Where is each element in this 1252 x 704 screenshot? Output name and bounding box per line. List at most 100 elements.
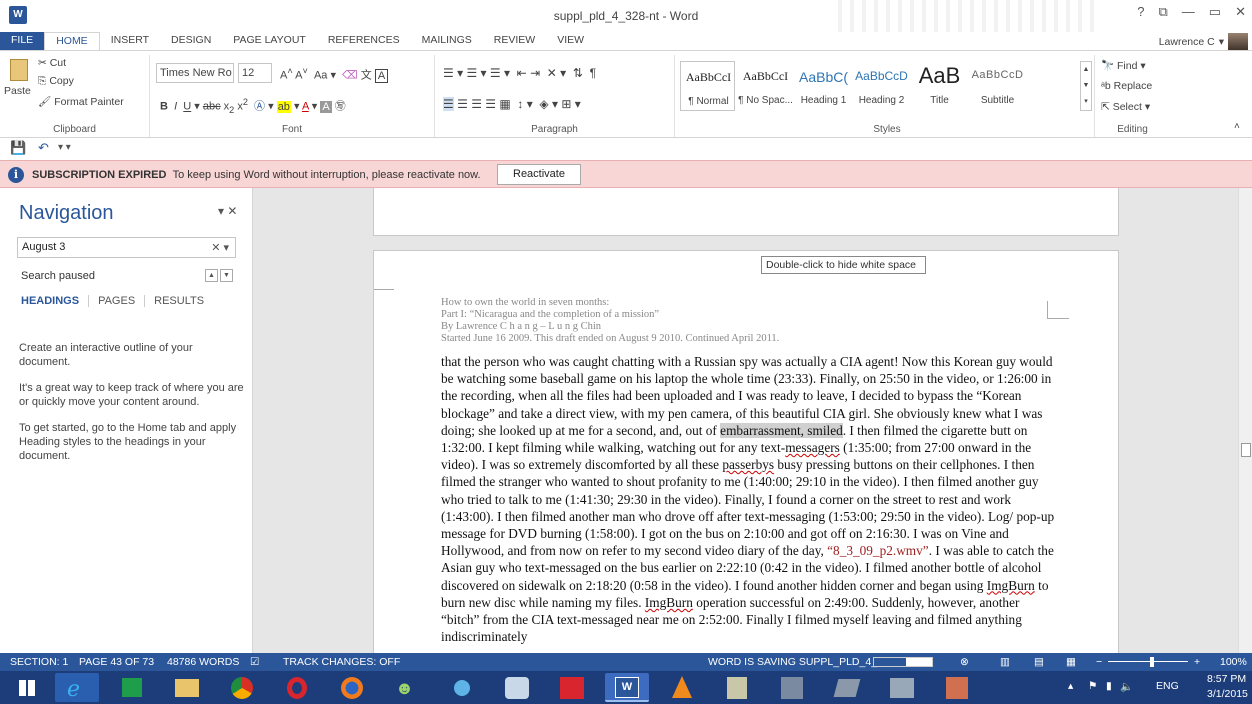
alignment-buttons[interactable]: ☰ ☰ ☰ ☰ ▦ ↕ ▾ ◈ ▾ ⊞ ▾ [443,97,581,111]
web-layout-icon[interactable]: ▦ [1066,656,1076,668]
app-icon-2[interactable] [770,673,814,702]
flag-icon[interactable]: ⚑ [1088,680,1097,692]
show-hidden-icons[interactable]: ▴ [1068,680,1073,692]
navigation-pane-controls[interactable]: ▾ ✕ [218,204,237,218]
tab-page-layout[interactable]: PAGE LAYOUT [222,32,317,50]
vertical-scrollbar[interactable] [1238,188,1252,653]
tab-review[interactable]: REVIEW [483,32,546,50]
cut-button[interactable]: ✂ Cut [38,57,66,69]
document-body[interactable]: that the person who was caught chatting … [441,353,1061,645]
replace-button[interactable]: ᵃb Replace [1101,80,1152,92]
close-button[interactable]: ✕ [1235,4,1246,20]
maximize-button[interactable]: ▭ [1209,4,1221,20]
spelling-error[interactable]: ImgBurn [987,578,1035,593]
undo-icon[interactable]: ↶ [38,140,49,156]
media-player-icon[interactable] [440,673,484,702]
clipboard-icon [10,59,28,81]
tab-mailings[interactable]: MAILINGS [411,32,483,50]
format-painter-button[interactable]: 🖌 Format Painter [38,95,124,108]
document-area[interactable]: Double-click to hide white space How to … [254,188,1238,653]
reactivate-button[interactable]: Reactivate [497,164,581,185]
tab-insert[interactable]: INSERT [100,32,160,50]
proofing-icon[interactable]: ☑ [250,656,259,668]
font-family-select[interactable]: Times New Ro [156,63,234,83]
clear-search-icon[interactable]: ✕ ▾ [211,241,229,254]
start-icon[interactable] [6,673,50,702]
collapse-ribbon-icon[interactable]: ˄ [1234,121,1240,132]
app-icon-5[interactable] [935,673,979,702]
styles-scroll[interactable]: ▲ ▼ ▾ [1080,61,1092,111]
spelling-error[interactable]: ImgBurn [645,595,693,610]
tab-file[interactable]: FILE [0,32,45,50]
app-icon-4[interactable] [880,673,924,702]
vlc-icon[interactable] [660,673,704,702]
style-heading-1[interactable]: AaBbC( Heading 1 [796,61,851,111]
spelling-error[interactable]: messagers [785,440,840,455]
zoom-slider-handle[interactable] [1150,657,1154,667]
explorer-icon[interactable] [165,673,209,702]
word-count[interactable]: 48786 WORDS [167,656,239,668]
zoom-slider[interactable] [1108,661,1188,662]
store-icon[interactable] [110,673,154,702]
section-indicator[interactable]: SECTION: 1 [10,656,68,668]
ribbon-display-button[interactable]: ⧉ [1159,4,1168,20]
firefox-icon[interactable] [330,673,374,702]
read-mode-icon[interactable]: ▥ [1000,656,1010,668]
people-icon[interactable]: ☻ [385,673,429,702]
cancel-save-icon[interactable]: ⊗ [960,656,969,668]
acrobat-icon[interactable] [550,673,594,702]
previous-result-button[interactable]: ▲ [205,269,218,282]
list-indent-buttons[interactable]: ☰ ▾ ☰ ▾ ☰ ▾ ⇤ ⇥ ✕ ▾ ⇅ ¶ [443,66,596,80]
style-title[interactable]: AaB Title [912,61,967,111]
tab-view[interactable]: VIEW [546,32,595,50]
save-icon[interactable]: 💾 [10,140,26,156]
word-taskbar-icon[interactable]: W [605,673,649,702]
select-button[interactable]: ⇱ Select ▾ [1101,101,1150,113]
clock-date[interactable]: 3/1/2015 [1207,688,1248,700]
qat-more-icon[interactable]: ▾ ▾ [58,142,71,153]
minimize-button[interactable]: — [1182,4,1195,20]
clock-time[interactable]: 8:57 PM [1207,673,1246,685]
user-account[interactable]: Lawrence C ▾ [1159,33,1248,51]
tab-references[interactable]: REFERENCES [317,32,411,50]
style-heading-2[interactable]: AaBbCcD Heading 2 [854,61,909,111]
copy-button[interactable]: ⎘ Copy [38,75,74,88]
spelling-error[interactable]: passerbys [722,457,774,472]
style-subtitle[interactable]: AaBbCcD Subtitle [970,61,1025,111]
nav-tab-results[interactable]: RESULTS [154,295,213,307]
navigation-search-input[interactable]: August 3 ✕ ▾ [17,237,236,258]
scroll-thumb[interactable] [1241,443,1251,457]
find-button[interactable]: 🔭 Find ▾ [1101,59,1146,72]
print-layout-icon[interactable]: ▤ [1034,656,1044,668]
language-indicator[interactable]: ENG [1156,680,1179,692]
opera-icon[interactable] [275,673,319,702]
next-result-button[interactable]: ▼ [220,269,233,282]
windows-logo [19,680,35,696]
paste-button[interactable]: Paste [4,59,34,109]
chrome-icon[interactable] [220,673,264,702]
help-button[interactable]: ? [1137,4,1144,20]
zoom-in-icon[interactable]: + [1194,656,1200,668]
app-icon-3[interactable] [825,673,869,702]
previous-page[interactable] [373,188,1119,236]
track-changes-status[interactable]: TRACK CHANGES: OFF [283,656,400,668]
app-icon-1[interactable] [715,673,759,702]
zoom-level[interactable]: 100% [1220,656,1247,668]
style-preview: AaB [918,63,961,88]
style-no-spacing[interactable]: AaBbCcI ¶ No Spac... [738,61,793,111]
network-icon[interactable]: ▮ [1106,680,1112,692]
paint-icon[interactable] [495,673,539,702]
style-normal[interactable]: AaBbCcI ¶ Normal [680,61,735,111]
font-size-select[interactable]: 12 [238,63,272,83]
font-format-buttons[interactable]: B I U ▾ abc x2 x2 Ⓐ ▾ ab ▾ A ▾ A ㊢ [160,97,346,115]
page-indicator[interactable]: PAGE 43 OF 73 [79,656,154,668]
zoom-out-icon[interactable]: − [1096,656,1102,668]
tab-home[interactable]: HOME [44,32,100,50]
ie-icon[interactable]: e [55,673,99,702]
tab-design[interactable]: DESIGN [160,32,222,50]
nav-tab-pages[interactable]: PAGES [98,295,146,307]
navigation-pane: Navigation ▾ ✕ August 3 ✕ ▾ Search pause… [0,188,253,653]
nav-tab-headings[interactable]: HEADINGS [21,295,90,307]
volume-icon[interactable]: 🔈 [1120,680,1133,693]
font-size-buttons[interactable]: A˄ A˅ Aa ▾ ⌫ 文 A [280,66,389,83]
